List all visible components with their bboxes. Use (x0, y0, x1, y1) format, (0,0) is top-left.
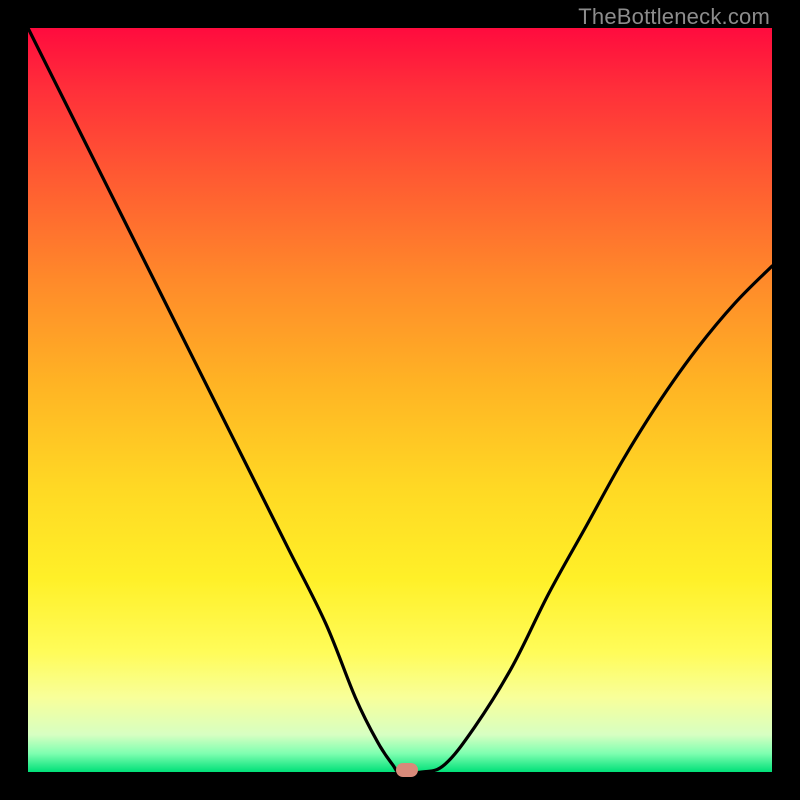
plot-area (28, 28, 772, 772)
bottleneck-curve (28, 28, 772, 772)
chart-frame: TheBottleneck.com (0, 0, 800, 800)
minimum-marker (396, 763, 418, 777)
watermark-text: TheBottleneck.com (578, 4, 770, 30)
